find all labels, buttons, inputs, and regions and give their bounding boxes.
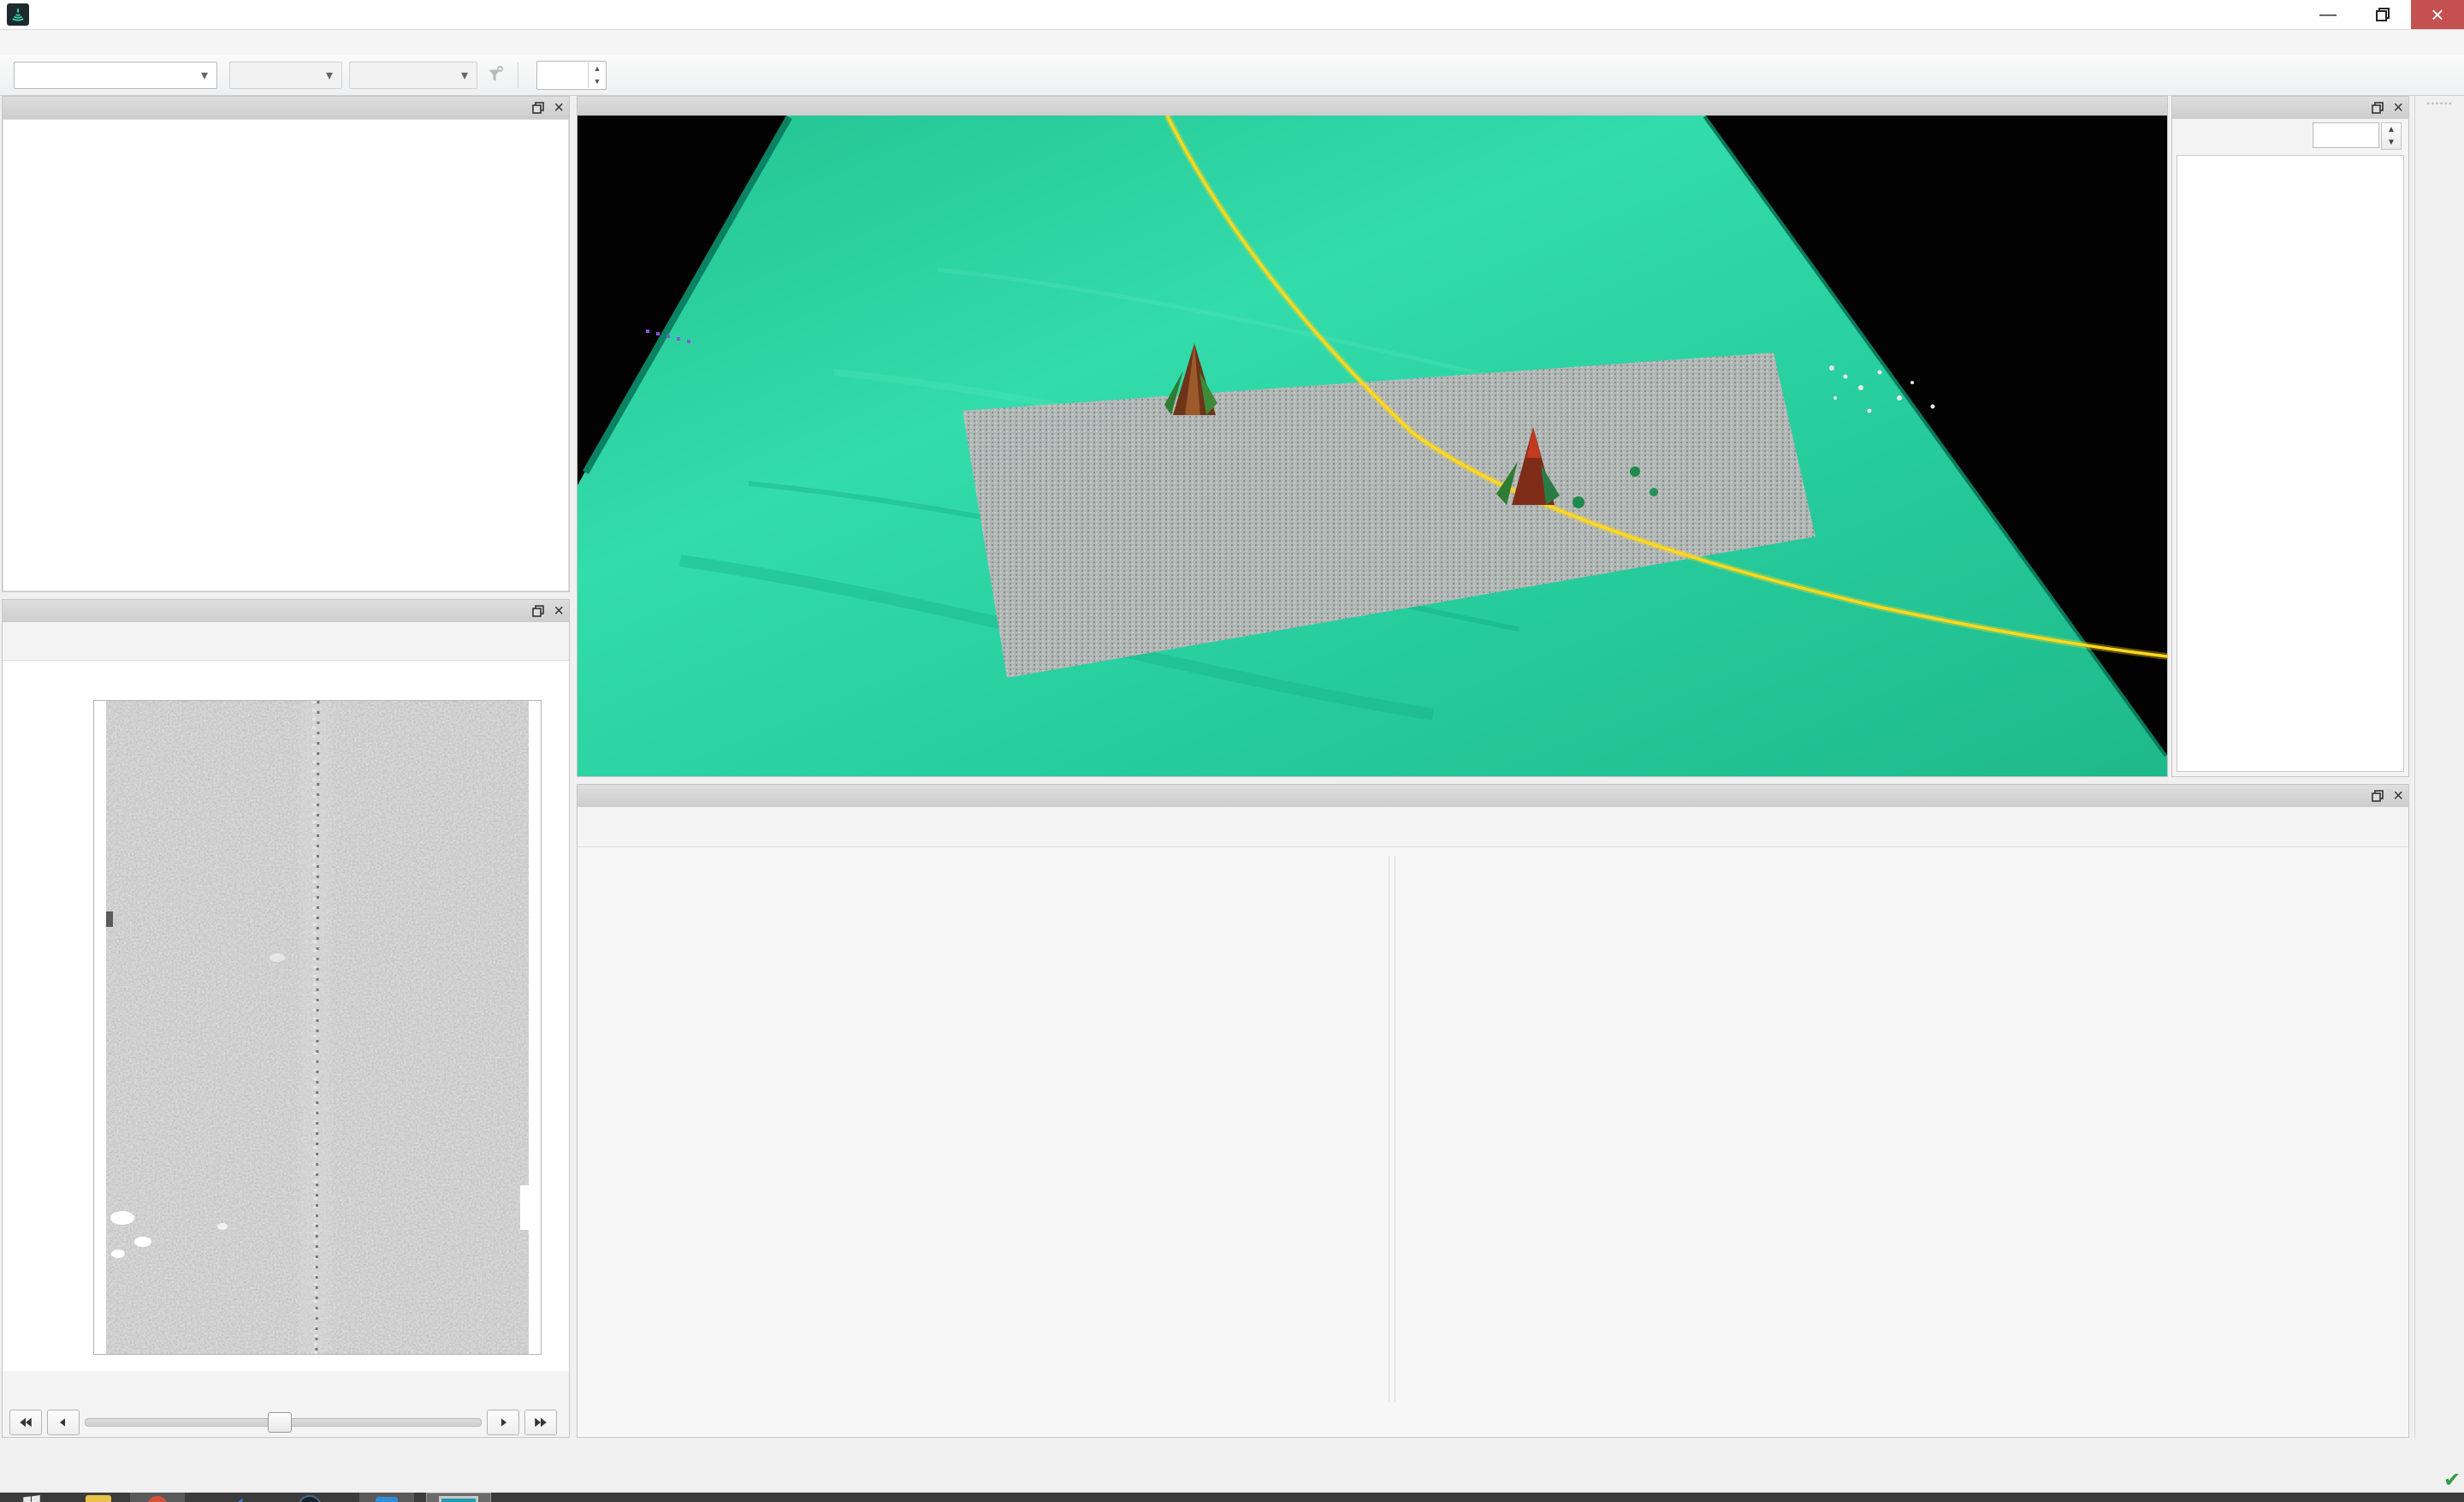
taskbar-app-3[interactable] (298, 1493, 327, 1502)
close-panel-icon[interactable]: × (2393, 787, 2403, 806)
project-sources-header[interactable]: × (3, 97, 569, 120)
close-panel-icon[interactable]: × (554, 602, 564, 621)
bottom-tabs (0, 1438, 2464, 1465)
prev-fast-button[interactable] (9, 1410, 42, 1435)
project-sources-panel: × (2, 96, 570, 592)
qimera-window: — × ▾ ▾ ▾ ▲▼ × (0, 0, 2464, 1502)
float-panel-icon[interactable] (531, 604, 545, 618)
close-panel-icon[interactable]: × (554, 98, 564, 118)
app-icon (7, 3, 29, 26)
explorer-icon[interactable] (86, 1493, 115, 1502)
ok-check-icon: ✔ (2443, 1468, 2461, 1493)
swath-plot-wrap (3, 660, 569, 1371)
float-panel-icon[interactable] (2371, 789, 2384, 803)
next-fast-button[interactable] (524, 1410, 557, 1435)
swath-editor-panel: × (2, 599, 570, 1438)
taskbar-app-4[interactable] (359, 1493, 414, 1502)
ping-slider[interactable] (85, 1418, 482, 1427)
swath-status-line (13, 1380, 37, 1401)
slider-handle[interactable] (268, 1412, 292, 1433)
title-bar: — × (0, 0, 2464, 30)
float-panel-icon[interactable] (2371, 101, 2384, 115)
swath-editor-header[interactable]: × (3, 600, 569, 623)
swath-plot[interactable] (93, 700, 542, 1355)
prev-button[interactable] (47, 1410, 80, 1435)
minimize-button[interactable]: — (2301, 0, 2354, 29)
menu-bar (0, 30, 2464, 55)
water-column-panel: × (577, 784, 2409, 1438)
swath-toolbar (3, 622, 569, 660)
project-sources-tree (3, 119, 569, 591)
selection-filter-combo[interactable]: ▾ (349, 62, 477, 89)
next-button[interactable] (487, 1410, 519, 1435)
scene-3d-panel (577, 96, 2168, 777)
chevron-down-icon: ▾ (194, 67, 208, 84)
taskbar-console[interactable] (426, 1493, 491, 1502)
scene-3d-header[interactable] (578, 97, 2167, 116)
float-panel-icon[interactable] (531, 101, 545, 115)
right-tool-strip: •••••• (2414, 96, 2464, 1438)
main-toolbar: ▾ ▾ ▾ ▲▼ (0, 55, 2464, 96)
close-button[interactable]: × (2411, 0, 2464, 29)
toolbar-grip[interactable]: •••••• (2415, 96, 2464, 111)
taskbar-app-2[interactable] (224, 1493, 253, 1502)
water-column-header[interactable]: × (578, 785, 2408, 808)
apply-filter-button[interactable] (477, 58, 512, 92)
project-layers-panel: × ▲▼ (2171, 96, 2409, 777)
ping-slider-row (9, 1410, 562, 1435)
surface-combo[interactable]: ▾ (14, 62, 217, 89)
windows-taskbar[interactable] (0, 1493, 2464, 1502)
water-column-toolbar (578, 807, 2408, 846)
start-button[interactable] (21, 1493, 46, 1502)
taskbar-app-1[interactable] (130, 1493, 185, 1502)
project-layers-header[interactable]: × (2172, 97, 2408, 120)
water-column-toolbar-right (2390, 807, 2396, 846)
close-panel-icon[interactable]: × (2393, 98, 2403, 118)
bathymetry-3d-scene (578, 116, 2167, 776)
playback-speed-spinner[interactable]: ▲▼ (536, 61, 607, 90)
spinner-arrows[interactable]: ▲▼ (588, 62, 606, 88)
plot-splitter[interactable] (1389, 856, 1395, 1403)
chevron-down-icon: ▾ (319, 67, 333, 84)
chevron-down-icon: ▾ (454, 67, 468, 84)
scene-3d-view[interactable] (578, 116, 2167, 776)
maximize-button[interactable] (2356, 0, 2409, 29)
ve-input[interactable] (2313, 122, 2379, 148)
project-layers-tree (2177, 155, 2404, 772)
files-filter-combo[interactable]: ▾ (229, 62, 342, 89)
ve-spinner[interactable]: ▲▼ (2381, 122, 2402, 150)
status-bar: ✔ (0, 1465, 2464, 1493)
